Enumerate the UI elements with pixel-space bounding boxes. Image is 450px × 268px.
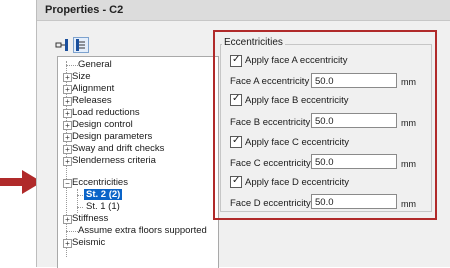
tree-item-sway-drift-checks[interactable]: + Sway and drift checks: [63, 143, 165, 155]
annotation-highlight-box: [213, 30, 437, 220]
collapse-toggle-icon[interactable]: −: [63, 179, 72, 188]
tree-item-eccentricities[interactable]: − Eccentricities: [63, 177, 128, 189]
tree-item-label: St. 2 (2): [84, 189, 123, 200]
tree-item-label: Load reductions: [72, 107, 140, 118]
window-title: Properties - C2: [45, 4, 124, 16]
tree-item-label: Assume extra floors supported: [78, 225, 207, 236]
tree-item-label: Design control: [72, 119, 133, 130]
tree-item-label: Seismic: [72, 237, 106, 248]
tree-item-label: Releases: [72, 95, 112, 106]
tree-item-alignment[interactable]: + Alignment: [63, 83, 115, 95]
tree-item-label: Eccentricities: [72, 177, 128, 188]
tree-item-design-parameters[interactable]: + Design parameters: [63, 131, 153, 143]
expand-toggle-icon[interactable]: +: [63, 157, 72, 166]
tree-item-label: Sway and drift checks: [72, 143, 165, 154]
tree-item-assume-extra-floors[interactable]: Assume extra floors supported: [78, 225, 207, 237]
tree-item-label: Slenderness criteria: [72, 155, 156, 166]
tree-item-st1[interactable]: St. 1 (1): [86, 201, 120, 213]
expand-icon[interactable]: [73, 37, 89, 53]
expand-toggle-icon[interactable]: +: [63, 97, 72, 106]
tree-item-label: Stiffness: [72, 213, 109, 224]
tree-item-label: Alignment: [72, 83, 115, 94]
tree-item-stiffness[interactable]: + Stiffness: [63, 213, 109, 225]
collapse-icon[interactable]: [55, 37, 71, 53]
tree-item-label: General: [78, 59, 112, 70]
tree-item-slenderness-criteria[interactable]: + Slenderness criteria: [63, 155, 156, 167]
expand-toggle-icon[interactable]: +: [63, 239, 72, 248]
tree-item-design-control[interactable]: + Design control: [63, 119, 133, 131]
property-tree[interactable]: General + Size + Alignment + Releases + …: [57, 56, 219, 268]
tree-item-general[interactable]: General: [78, 59, 112, 71]
tree-item-seismic[interactable]: + Seismic: [63, 237, 106, 249]
expand-toggle-icon[interactable]: +: [63, 133, 72, 142]
expand-toggle-icon[interactable]: +: [63, 145, 72, 154]
expand-toggle-icon[interactable]: +: [63, 73, 72, 82]
tree-item-label: St. 1 (1): [86, 201, 120, 212]
expand-toggle-icon[interactable]: +: [63, 121, 72, 130]
title-bar: Properties - C2: [37, 0, 450, 21]
tree-item-label: Size: [72, 71, 91, 82]
tree-item-label: Design parameters: [72, 131, 153, 142]
expand-toggle-icon[interactable]: +: [63, 215, 72, 224]
expand-toggle-icon[interactable]: +: [63, 85, 72, 94]
tree-item-st2[interactable]: St. 2 (2): [84, 189, 123, 201]
tree-item-releases[interactable]: + Releases: [63, 95, 112, 107]
tree-item-load-reductions[interactable]: + Load reductions: [63, 107, 140, 119]
expand-toggle-icon[interactable]: +: [63, 109, 72, 118]
tree-item-size[interactable]: + Size: [63, 71, 91, 83]
